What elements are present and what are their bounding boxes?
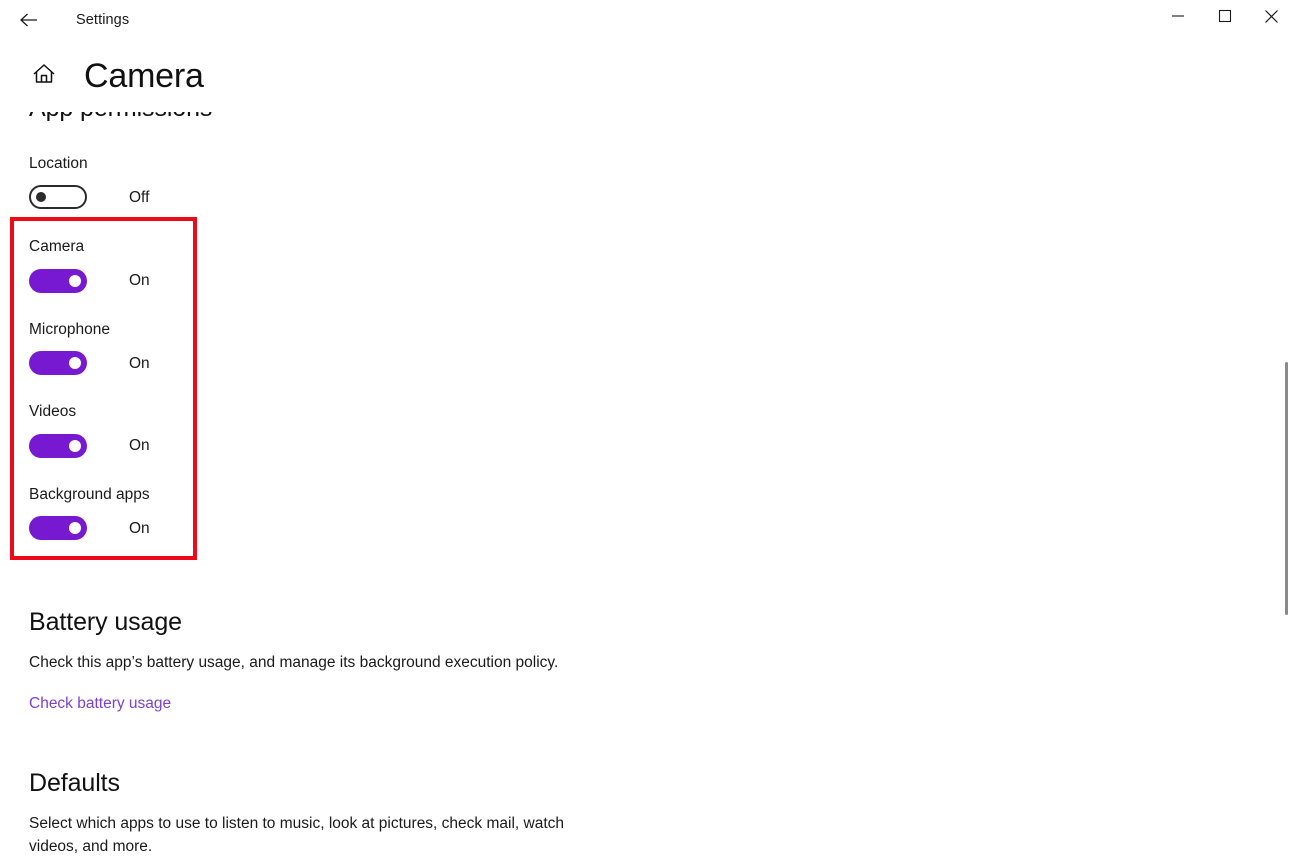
page-header: Camera: [0, 40, 1295, 112]
title-bar: Settings: [0, 0, 1295, 40]
permission-row-camera: On: [29, 268, 1295, 293]
toggle-videos[interactable]: [29, 433, 87, 458]
section-heading-battery-usage: Battery usage: [29, 608, 182, 637]
back-button[interactable]: [6, 4, 52, 36]
maximize-button[interactable]: [1201, 0, 1248, 32]
window-title: Settings: [76, 12, 130, 28]
settings-content: App permissions Location Off Camera On: [0, 112, 1295, 859]
minimize-icon: [1171, 9, 1185, 23]
permission-camera: Camera On: [29, 239, 1295, 293]
toggle-state-camera: On: [129, 272, 150, 289]
permission-videos: Videos On: [29, 404, 1295, 458]
permission-label-camera: Camera: [29, 238, 85, 256]
toggle-knob: [69, 522, 81, 535]
permission-microphone: Microphone On: [29, 322, 1295, 376]
settings-scroll-area[interactable]: App permissions Location Off Camera On: [0, 112, 1295, 868]
toggle-knob: [69, 357, 81, 370]
section-defaults: Defaults Select which apps to use to lis…: [29, 769, 1295, 858]
close-button[interactable]: [1248, 0, 1295, 32]
toggle-state-location: Off: [129, 188, 150, 206]
toggle-knob: [69, 274, 81, 287]
minimize-button[interactable]: [1154, 0, 1201, 32]
permission-location: Location Off: [29, 156, 1295, 210]
section-heading-defaults: Defaults: [29, 769, 120, 798]
toggle-camera[interactable]: [29, 268, 87, 293]
section-battery-usage: Battery usage Check this app’s battery u…: [29, 608, 1295, 713]
permission-label-videos: Videos: [29, 403, 77, 421]
permission-row-videos: On: [29, 433, 1295, 458]
permission-row-background-apps: On: [29, 516, 1295, 541]
scrollbar-thumb[interactable]: [1285, 362, 1288, 615]
scrollbar[interactable]: [1281, 112, 1293, 868]
maximize-icon: [1218, 9, 1232, 23]
toggle-state-microphone: On: [129, 354, 150, 372]
defaults-description: Select which apps to use to listen to mu…: [29, 815, 564, 856]
toggle-state-videos: On: [129, 437, 150, 454]
permission-label-location: Location: [29, 154, 88, 172]
toggle-state-background-apps: On: [129, 519, 150, 537]
toggle-location[interactable]: [29, 185, 87, 210]
battery-usage-description: Check this app’s battery usage, and mana…: [29, 654, 559, 671]
permission-row-location: Off: [29, 185, 1295, 210]
window-controls: [1154, 0, 1295, 40]
toggle-knob: [36, 192, 46, 203]
page-title: Camera: [84, 57, 204, 95]
close-icon: [1264, 9, 1279, 24]
permission-row-microphone: On: [29, 351, 1295, 376]
permission-label-microphone: Microphone: [29, 320, 110, 338]
permission-label-background-apps: Background apps: [29, 485, 150, 503]
back-arrow-icon: [17, 8, 41, 32]
toggle-microphone[interactable]: [29, 351, 87, 376]
home-button[interactable]: [28, 60, 60, 92]
toggle-background-apps[interactable]: [29, 516, 87, 541]
check-battery-usage-link[interactable]: Check battery usage: [29, 695, 171, 713]
permission-background-apps: Background apps On: [29, 487, 1295, 541]
section-heading-app-permissions: App permissions: [29, 112, 1295, 123]
toggle-knob: [69, 439, 81, 452]
home-icon: [31, 61, 57, 92]
